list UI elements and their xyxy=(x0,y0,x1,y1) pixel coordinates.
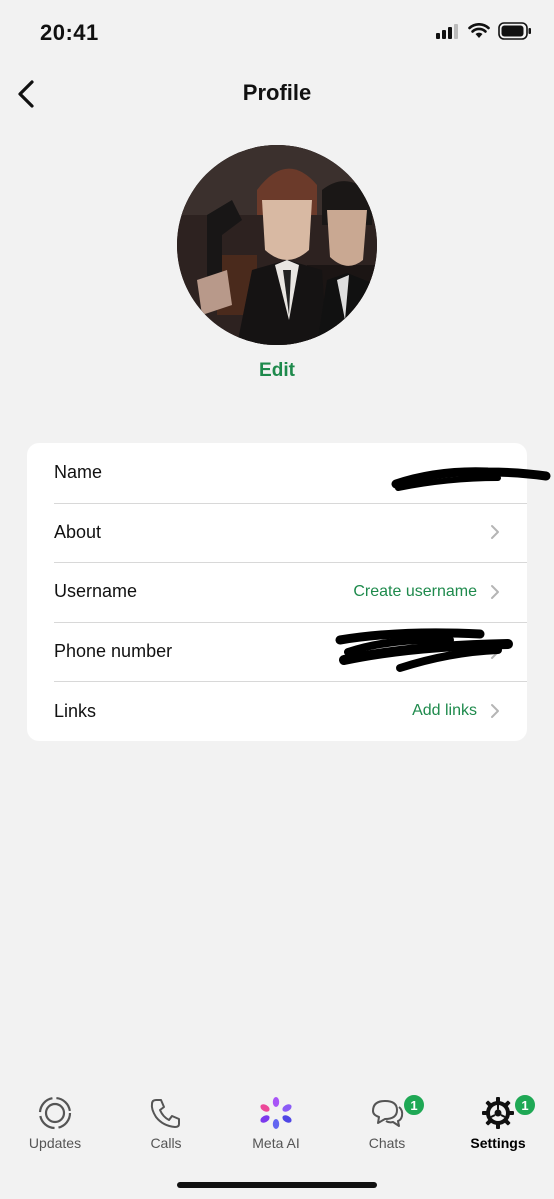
name-row[interactable]: Name xyxy=(27,443,527,503)
tab-settings[interactable]: 1 Settings xyxy=(443,1085,553,1165)
about-row[interactable]: About xyxy=(27,502,527,563)
home-indicator xyxy=(177,1182,377,1188)
edit-photo-button[interactable]: Edit xyxy=(0,360,554,382)
tab-calls[interactable]: Calls xyxy=(111,1085,221,1165)
status-time: 20:41 xyxy=(40,20,99,45)
chevron-right-icon xyxy=(491,644,499,659)
status-bar: 20:41 xyxy=(0,0,554,66)
gear-icon xyxy=(482,1097,514,1129)
add-links-link[interactable]: Add links xyxy=(412,702,477,720)
profile-avatar[interactable] xyxy=(177,145,377,345)
chats-badge: 1 xyxy=(402,1093,426,1117)
tab-bar: Updates Calls Meta AI 1 Chats 1 Settings xyxy=(0,1085,554,1165)
phone-icon xyxy=(150,1099,180,1128)
username-row[interactable]: Username Create username xyxy=(27,562,527,622)
meta-ai-icon xyxy=(260,1097,292,1129)
phone-label: Phone number xyxy=(54,641,173,662)
wifi-icon xyxy=(468,23,490,38)
username-label: Username xyxy=(54,581,138,602)
tab-updates-label: Updates xyxy=(28,1135,82,1151)
chevron-right-icon xyxy=(491,525,499,540)
signal-icon xyxy=(436,24,458,39)
tab-calls-label: Calls xyxy=(150,1135,182,1151)
profile-info-card: Name About Username Create username Phon… xyxy=(27,443,527,741)
create-username-link[interactable]: Create username xyxy=(353,583,477,601)
updates-icon xyxy=(38,1096,72,1130)
links-label: Links xyxy=(54,700,97,721)
tab-chats-label: Chats xyxy=(368,1135,406,1151)
settings-badge: 1 xyxy=(513,1093,537,1117)
tab-updates[interactable]: Updates xyxy=(0,1085,110,1165)
page-title: Profile xyxy=(242,80,312,105)
chevron-right-icon xyxy=(491,704,499,719)
name-label: Name xyxy=(54,462,103,483)
links-row[interactable]: Links Add links xyxy=(27,681,527,741)
about-label: About xyxy=(54,521,102,542)
chevron-right-icon xyxy=(491,584,499,599)
avatar-image xyxy=(177,145,377,345)
phone-row[interactable]: Phone number xyxy=(27,621,527,682)
tab-chats[interactable]: 1 Chats xyxy=(332,1085,442,1165)
tab-settings-label: Settings xyxy=(470,1135,526,1151)
status-icons xyxy=(436,22,532,40)
battery-icon xyxy=(498,22,531,40)
tab-meta-ai[interactable]: Meta AI xyxy=(221,1085,331,1165)
chat-bubbles-icon xyxy=(372,1100,404,1127)
tab-meta-ai-label: Meta AI xyxy=(252,1135,300,1151)
